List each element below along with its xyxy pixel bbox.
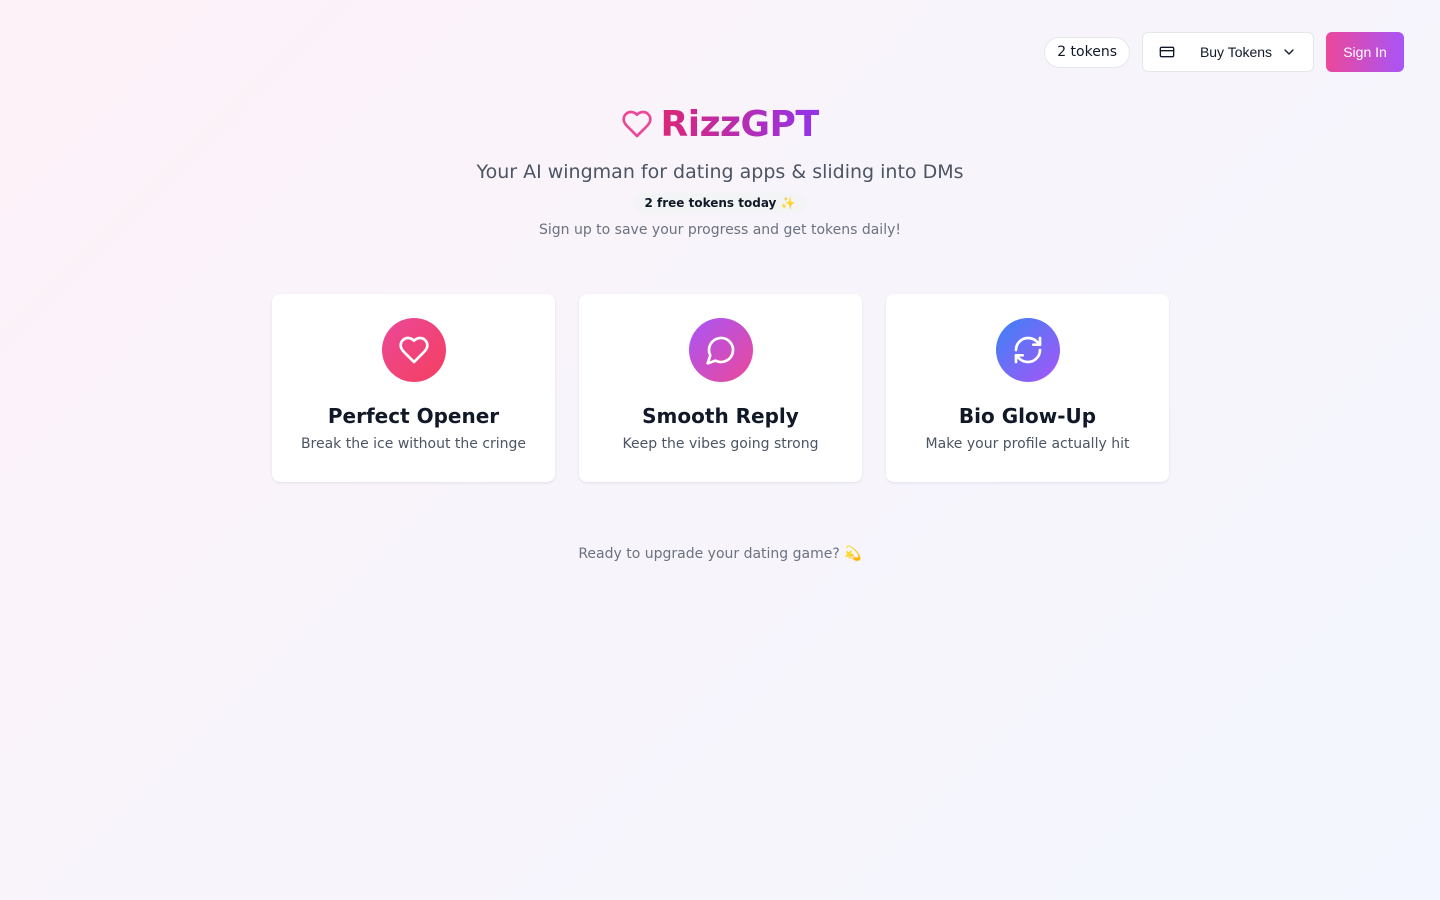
tagline: Your AI wingman for dating apps & slidin…: [476, 161, 964, 183]
feature-description: Break the ice without the cringe: [300, 436, 527, 452]
feature-card-perfect-opener[interactable]: Perfect Opener Break the ice without the…: [272, 294, 555, 482]
buy-tokens-button[interactable]: Buy Tokens: [1142, 32, 1314, 72]
feature-card-smooth-reply[interactable]: Smooth Reply Keep the vibes going strong: [579, 294, 862, 482]
token-count-badge: 2 tokens: [1044, 36, 1130, 68]
free-tokens-badge: 2 free tokens today ✨: [634, 193, 806, 213]
feature-icon-circle: [688, 318, 753, 382]
credit-card-icon: [1159, 44, 1175, 60]
refresh-icon: [1014, 336, 1041, 364]
feature-description: Make your profile actually hit: [925, 436, 1130, 452]
feature-card-bio-glow-up[interactable]: Bio Glow-Up Make your profile actually h…: [886, 294, 1169, 482]
heart-icon: [398, 336, 429, 364]
top-actions: 2 tokens Buy Tokens Sign In: [1044, 32, 1404, 72]
feature-title: Perfect Opener: [327, 404, 500, 428]
sign-in-button[interactable]: Sign In: [1326, 32, 1404, 72]
feature-title: Smooth Reply: [642, 404, 799, 428]
signup-note: Sign up to save your progress and get to…: [538, 222, 901, 238]
footer-note: Ready to upgrade your dating game? 💫: [578, 546, 862, 562]
feature-cards: Perfect Opener Break the ice without the…: [272, 294, 1169, 482]
message-circle-icon: [705, 336, 734, 365]
feature-description: Keep the vibes going strong: [622, 436, 819, 452]
feature-title: Bio Glow-Up: [958, 404, 1097, 428]
chevron-down-icon: [1281, 44, 1297, 60]
brand-title: RizzGPT: [660, 103, 820, 145]
feature-icon-circle: [381, 318, 446, 382]
buy-tokens-label: Buy Tokens: [1199, 44, 1273, 60]
brand: RizzGPT: [621, 100, 820, 148]
feature-icon-circle: [995, 318, 1060, 382]
hero: RizzGPT Your AI wingman for dating apps …: [0, 100, 1440, 239]
heart-icon: [621, 108, 653, 140]
